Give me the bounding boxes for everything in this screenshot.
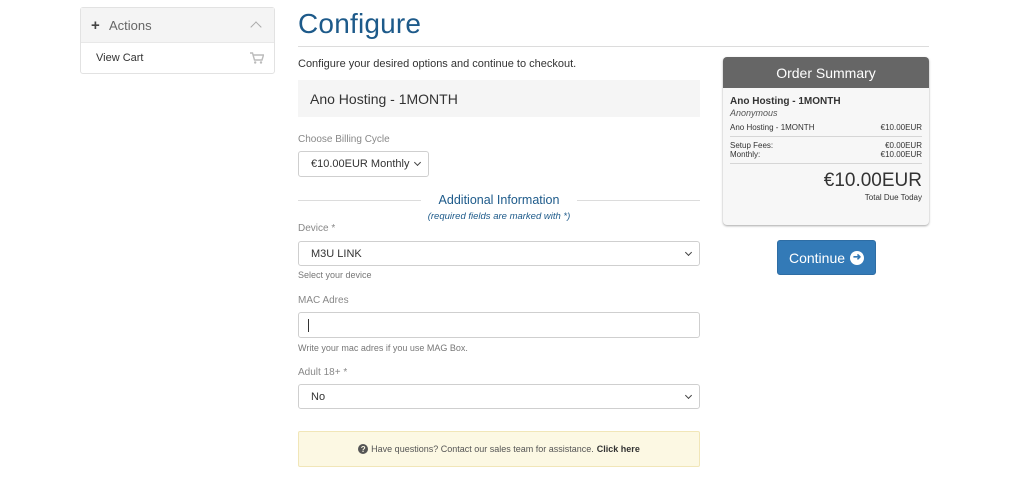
- chevron-down-icon: [684, 391, 693, 399]
- product-name-box: Ano Hosting - 1MONTH: [298, 80, 700, 117]
- additional-info-title: Additional Information: [438, 193, 560, 207]
- text-cursor: [308, 319, 309, 332]
- page-title: Configure: [298, 8, 422, 39]
- summary-product-group: Anonymous: [730, 108, 778, 118]
- setup-fees-value: €0.00EUR: [885, 141, 922, 150]
- actions-panel-title: Actions: [109, 17, 152, 33]
- plus-icon: +: [91, 16, 100, 34]
- line-item-value: €10.00EUR: [880, 123, 922, 132]
- summary-setup-fees: Setup Fees: €0.00EUR: [730, 141, 922, 150]
- intro-text: Configure your desired options and conti…: [298, 58, 577, 70]
- divider: [298, 199, 421, 201]
- summary-line-item: Ano Hosting - 1MONTH €10.00EUR: [730, 123, 922, 132]
- order-summary: Order Summary Ano Hosting - 1MONTH Anony…: [723, 57, 929, 225]
- device-label: Device *: [298, 223, 336, 234]
- total-due-amount: €10.00EUR: [823, 170, 922, 191]
- arrow-circle-right-icon: ➜: [850, 250, 865, 265]
- line-item-label: Ano Hosting - 1MONTH: [730, 123, 815, 132]
- device-select[interactable]: M3U LINK: [298, 241, 700, 266]
- mac-address-input[interactable]: [298, 312, 700, 338]
- device-value: M3U LINK: [311, 247, 362, 260]
- summary-product-name: Ano Hosting - 1MONTH: [730, 96, 841, 107]
- continue-button-label: Continue: [788, 249, 846, 266]
- summary-monthly: Monthly: €10.00EUR: [730, 150, 922, 159]
- sidebar-item-view-cart[interactable]: View Cart: [81, 43, 274, 73]
- monthly-label: Monthly:: [730, 150, 761, 159]
- contact-sales-link[interactable]: Click here: [597, 444, 640, 454]
- notice-text: Have questions? Contact our sales team f…: [371, 444, 594, 454]
- actions-panel: + Actions View Cart: [80, 7, 275, 74]
- billing-cycle-label: Choose Billing Cycle: [298, 134, 390, 145]
- total-due-label: Total Due Today: [864, 193, 922, 202]
- monthly-value: €10.00EUR: [880, 150, 922, 159]
- divider: [730, 163, 922, 164]
- billing-cycle-select[interactable]: €10.00EUR Monthly: [298, 151, 429, 177]
- order-summary-title: Order Summary: [723, 57, 929, 88]
- additional-info-heading: Additional Information: [298, 192, 700, 208]
- chevron-up-icon[interactable]: [250, 21, 262, 33]
- setup-fees-label: Setup Fees:: [730, 141, 774, 150]
- actions-panel-header[interactable]: + Actions: [81, 8, 274, 43]
- divider: [730, 136, 922, 137]
- sales-contact-notice: ? Have questions? Contact our sales team…: [298, 431, 700, 467]
- chevron-down-icon: [413, 158, 422, 167]
- divider: [577, 199, 700, 201]
- adult-select[interactable]: No: [298, 384, 700, 409]
- product-name: Ano Hosting - 1MONTH: [310, 90, 458, 107]
- continue-button[interactable]: Continue ➜: [777, 240, 876, 275]
- question-circle-icon: ?: [358, 444, 369, 454]
- required-fields-note: (required fields are marked with *): [427, 211, 571, 222]
- sidebar-item-label: View Cart: [96, 52, 144, 64]
- chevron-down-icon: [684, 248, 693, 256]
- title-divider: [298, 46, 929, 47]
- cart-icon: [250, 52, 264, 64]
- device-help: Select your device: [298, 270, 372, 280]
- mac-label: MAC Adres: [298, 295, 349, 306]
- adult-label: Adult 18+ *: [298, 367, 348, 378]
- adult-value: No: [311, 390, 326, 403]
- mac-help: Write your mac adres if you use MAG Box.: [298, 343, 468, 353]
- billing-cycle-value: €10.00EUR Monthly: [311, 158, 410, 170]
